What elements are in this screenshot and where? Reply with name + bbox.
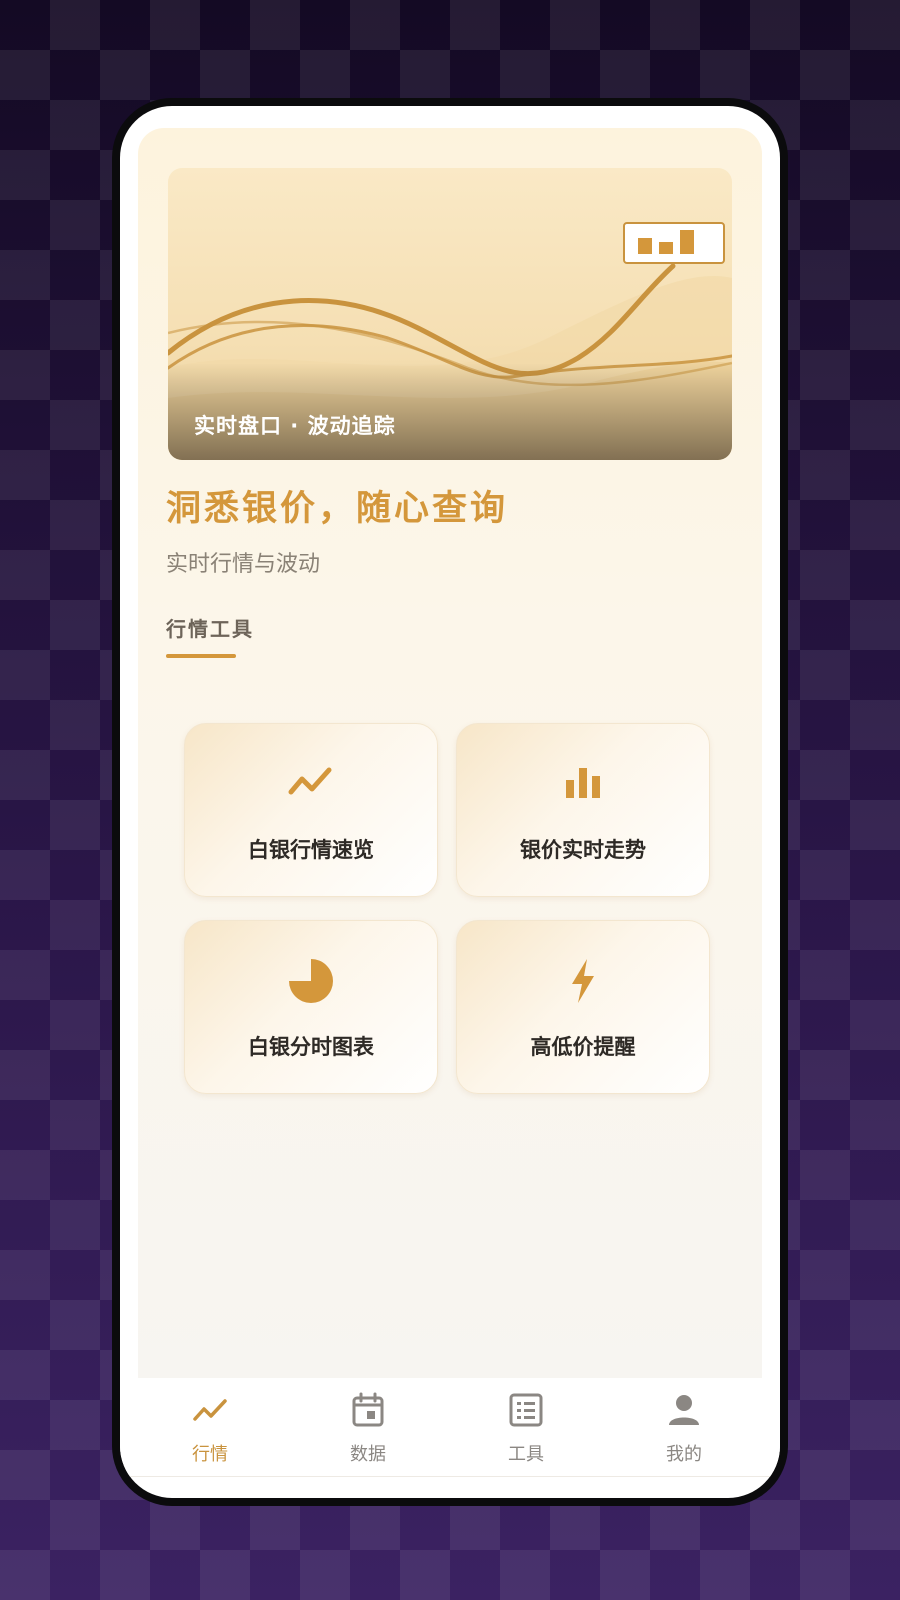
tool-card-price-alert[interactable]: 高低价提醒 xyxy=(456,920,710,1094)
page-headline: 洞悉银价，随心查询 xyxy=(166,489,509,529)
tool-card-label: 白银分时图表 xyxy=(248,1035,374,1059)
tool-card-realtime-trend[interactable]: 银价实时走势 xyxy=(456,723,710,897)
section-title: 行情工具 xyxy=(166,617,254,641)
phone-frame: 实时盘口 · 波动追踪 洞悉银价，随心查询 实时行情与波动 行情工具 白银行情速… xyxy=(112,98,788,1506)
trend-line-icon xyxy=(288,767,332,795)
bottom-tab-bar: 行情 数据 工具 我的 xyxy=(120,1378,780,1477)
lightning-icon xyxy=(572,959,594,1003)
tab-tools[interactable]: 工具 xyxy=(466,1378,586,1476)
tab-label: 数据 xyxy=(350,1444,386,1465)
tool-card-label: 白银行情速览 xyxy=(248,838,374,862)
tab-label: 工具 xyxy=(508,1444,544,1465)
tab-data[interactable]: 数据 xyxy=(308,1378,428,1476)
bar-chart-icon xyxy=(623,222,725,264)
tool-card-quick-view[interactable]: 白银行情速览 xyxy=(184,723,438,897)
main-content: 实时盘口 · 波动追踪 洞悉银价，随心查询 实时行情与波动 行情工具 白银行情速… xyxy=(138,128,762,1378)
tool-card-label: 高低价提醒 xyxy=(530,1035,636,1059)
banner-caption: 实时盘口 · 波动追踪 xyxy=(194,414,396,438)
trend-line-icon xyxy=(193,1399,227,1421)
section-title-underline xyxy=(166,654,236,658)
pie-chart-icon xyxy=(289,959,333,1003)
tab-market[interactable]: 行情 xyxy=(150,1378,270,1476)
person-icon xyxy=(669,1395,699,1425)
bar-chart-icon xyxy=(566,768,600,798)
tool-card-intraday-chart[interactable]: 白银分时图表 xyxy=(184,920,438,1094)
tab-label: 我的 xyxy=(666,1444,702,1465)
page-subtitle: 实时行情与波动 xyxy=(166,552,321,577)
app-screen: 实时盘口 · 波动追踪 洞悉银价，随心查询 实时行情与波动 行情工具 白银行情速… xyxy=(120,106,780,1498)
hero-banner[interactable]: 实时盘口 · 波动追踪 xyxy=(168,168,732,460)
tab-label: 行情 xyxy=(192,1444,228,1465)
calendar-icon xyxy=(352,1392,384,1427)
tab-profile[interactable]: 我的 xyxy=(624,1378,744,1476)
tool-card-label: 银价实时走势 xyxy=(520,838,646,862)
list-icon xyxy=(509,1393,543,1427)
